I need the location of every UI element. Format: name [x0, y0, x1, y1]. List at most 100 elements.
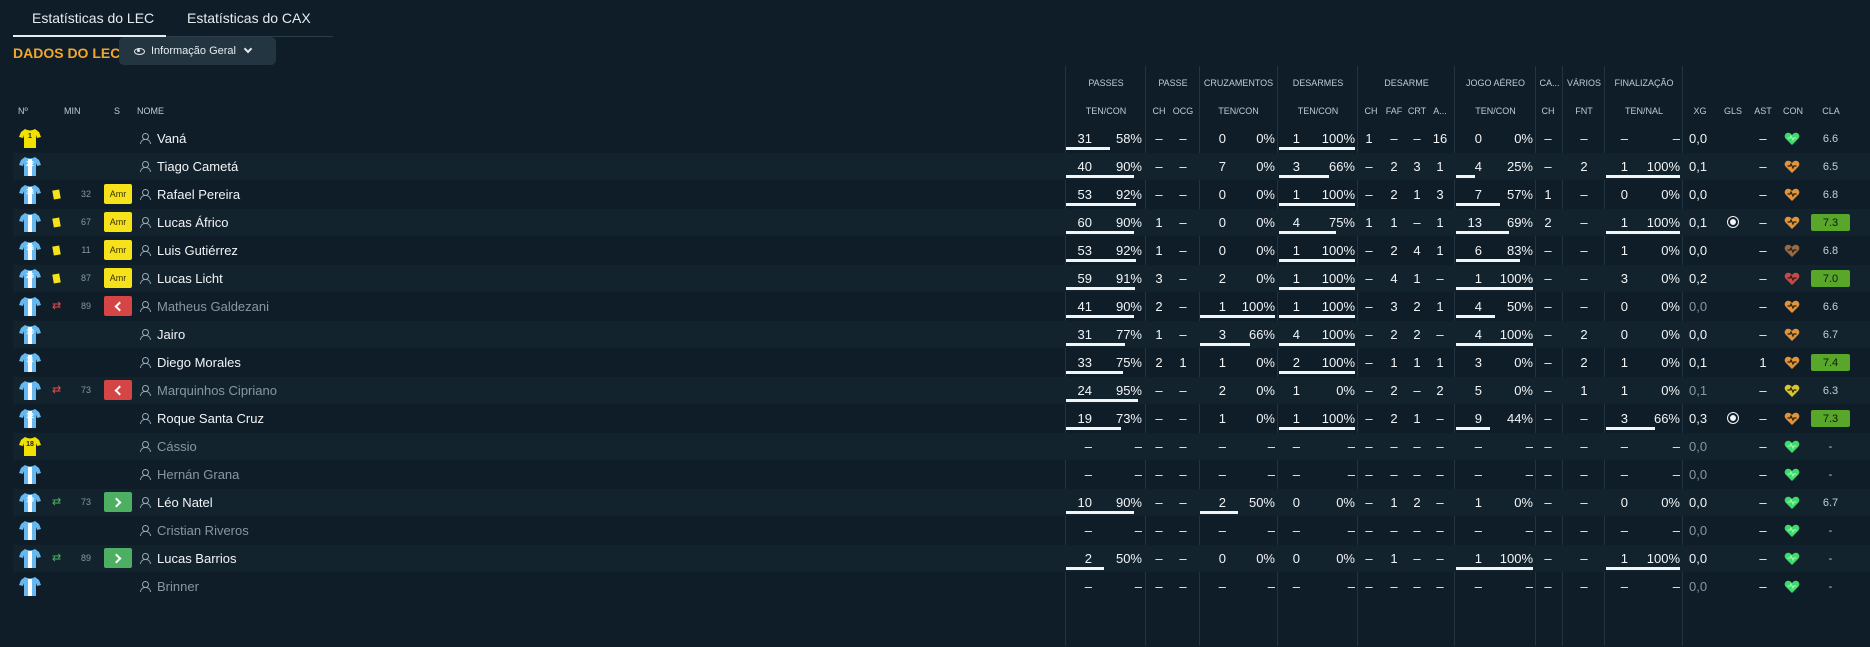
column-header-des-a[interactable]: A... — [1430, 106, 1450, 116]
player-name-link[interactable]: Léo Natel — [157, 495, 213, 510]
stat-percent: 0% — [1514, 383, 1533, 398]
table-row[interactable]: 18 Cássio – – – – – – – – – – – – – – – – – –0,0– - — [0, 433, 1870, 460]
column-header-gls[interactable]: GLS — [1722, 106, 1744, 116]
table-row[interactable]: 7 ⇄ 89 Matheus Galdezani 41 90% 2–1 100% 1 100% –3… — [0, 293, 1870, 320]
column-header-cla[interactable]: CLA — [1816, 106, 1846, 116]
view-dropdown[interactable]: Informação Geral — [119, 37, 276, 65]
column-header-passe-ch[interactable]: CH — [1150, 106, 1168, 116]
column-header-con[interactable]: CON — [1781, 106, 1805, 116]
stat-percent: 90% — [1115, 299, 1142, 314]
stat-value: 2 — [1436, 383, 1444, 398]
column-header-name[interactable]: NOME — [137, 106, 164, 116]
stat-value: – — [1365, 579, 1373, 594]
table-row[interactable]: 19 ⇄ 73 Léo Natel 10 90% – –2 50% 0 0% –1 2–1 0% – –0 0%… — [0, 489, 1870, 516]
stat-progress-bar — [1279, 175, 1329, 178]
player-name-link[interactable]: Roque Santa Cruz — [157, 411, 264, 426]
table-row[interactable]: 4 67 Amr Lucas Áfrico 60 90% 1–0 0% 4 75% 1 1–1 13 69… — [0, 209, 1870, 236]
stat-attempts: 1 — [1218, 411, 1226, 426]
player-name-link[interactable]: Tiago Cametá — [157, 159, 238, 174]
column-header-ca-ch[interactable]: CH — [1538, 106, 1558, 116]
stat-value: – — [1179, 439, 1187, 454]
tab-cax-stats[interactable]: Estatísticas do CAX — [187, 10, 311, 26]
column-header-xg[interactable]: XG — [1690, 106, 1710, 116]
stat-percent: – — [1672, 467, 1680, 482]
table-row[interactable]: 2 Hernán Grana – – – – – – – – – – – – – – – – – –0,0– - — [0, 461, 1870, 488]
stat-progress-bar — [1456, 287, 1533, 290]
player-name-link[interactable]: Hernán Grana — [157, 467, 239, 482]
rating-badge: 6.7 — [1822, 496, 1839, 509]
table-row[interactable]: 10 Jairo 31 77% 1–3 66% 4 100% –2 2–4 100% –2 0 0% 0,0… — [0, 321, 1870, 348]
morale-heart-icon — [1784, 244, 1800, 258]
player-name-link[interactable]: Lucas Licht — [157, 271, 223, 286]
stat-value: – — [1365, 327, 1373, 342]
stat-value: – — [1413, 467, 1421, 482]
stat-percent: 100% — [1321, 243, 1355, 258]
player-name-link[interactable]: Jairo — [157, 327, 185, 342]
column-header-des-crt[interactable]: CRT — [1406, 106, 1428, 116]
stat-percent: 0% — [1256, 551, 1275, 566]
tab-lec-stats[interactable]: Estatísticas do LEC — [32, 10, 154, 26]
stat-attempts: – — [1218, 523, 1226, 538]
column-header-s[interactable]: S — [114, 106, 120, 116]
table-row[interactable]: 1 Vaná 31 58% – –0 0% 1 100% 1– –16 0 0% – – – –0,0–6.6 — [0, 125, 1870, 152]
stat-value: 1 — [1580, 383, 1588, 398]
stat-percent: 100% — [1499, 271, 1533, 286]
rating-badge: 7.0 — [1811, 270, 1850, 287]
stat-percent: – — [1347, 439, 1355, 454]
match-stats-screen: Estatísticas do LEC Estatísticas do CAX … — [0, 0, 1870, 647]
stat-value: – — [1759, 439, 1767, 454]
player-name-link[interactable]: Luis Gutiérrez — [157, 243, 238, 258]
table-row[interactable]: 5 Brinner – – – – – – – – – – – – – – – – – –0,0– - — [0, 573, 1870, 600]
player-name-link[interactable]: Brinner — [157, 579, 199, 594]
table-row[interactable]: 22 Tiago Cametá 40 90% – –7 0% 3 66% –2 3 1 4 25% –2 1 1… — [0, 153, 1870, 180]
stat-value: 3 — [1390, 299, 1398, 314]
stat-attempts: 2 — [1218, 271, 1226, 286]
stat-percent: 0% — [1661, 187, 1680, 202]
column-header-ast[interactable]: AST — [1752, 106, 1774, 116]
stat-attempts: 1 — [1292, 383, 1300, 398]
column-header-final[interactable]: TEN/NAL — [1606, 106, 1682, 116]
column-header-desarmes[interactable]: TEN/CON — [1279, 106, 1357, 116]
person-icon — [140, 133, 151, 144]
player-name-link[interactable]: Vaná — [157, 131, 186, 146]
table-row[interactable]: 8 ⇄ 89 Lucas Barrios 2 50% – –0 0% 0 0% –1– –1 100% – –… — [0, 545, 1870, 572]
column-header-passe-ocg[interactable]: OCG — [1172, 106, 1194, 116]
stat-progress-bar — [1066, 371, 1123, 374]
player-name-link[interactable]: Matheus Galdezani — [157, 299, 269, 314]
player-name-link[interactable]: Marquinhos Cipriano — [157, 383, 277, 398]
stat-value: 2 — [1390, 159, 1398, 174]
column-header-des-ch[interactable]: CH — [1362, 106, 1380, 116]
shirt-number: 5 — [28, 581, 32, 588]
column-header-num[interactable]: Nº — [18, 106, 28, 116]
table-row[interactable]: 33 32 Amr Rafael Pereira 53 92% – –0 0% 1 100% –2 1 3… — [0, 181, 1870, 208]
table-row[interactable]: 3 Cristian Riveros – – – – – – – – – – – – – – – – – –0,0– - — [0, 517, 1870, 544]
player-name-link[interactable]: Rafael Pereira — [157, 187, 240, 202]
table-row[interactable]: 12 Roque Santa Cruz 19 73% – –1 0% 1 100% –2 1–9 44… — [0, 405, 1870, 432]
stat-value: – — [1580, 243, 1588, 258]
xg-value: 0,0 — [1689, 551, 1708, 566]
stat-attempts: 3 — [1474, 355, 1482, 370]
stat-value: – — [1544, 467, 1552, 482]
column-header-passes[interactable]: TEN/CON — [1067, 106, 1145, 116]
column-header-des-faf[interactable]: FAF — [1384, 106, 1404, 116]
stat-value: – — [1365, 551, 1373, 566]
table-row[interactable]: 11 Diego Morales 33 75% 2 1 1 0% 2 100% –1 1 1 3 0% –2 1… — [0, 349, 1870, 376]
column-header-var-fnt[interactable]: FNT — [1564, 106, 1604, 116]
column-header-min[interactable]: MIN — [64, 106, 81, 116]
table-row[interactable]: 25 87 Amr Lucas Licht 59 91% 3–2 0% 1 100% –4 1–1 10… — [0, 265, 1870, 292]
shirt-number: 4 — [28, 217, 32, 224]
table-row[interactable]: 16 11 Amr Luis Gutiérrez 53 92% 1–0 0% 1 100% –2 4 1… — [0, 237, 1870, 264]
player-name-link[interactable]: Diego Morales — [157, 355, 241, 370]
column-header-cruz[interactable]: TEN/CON — [1200, 106, 1277, 116]
stat-percent: 0% — [1256, 159, 1275, 174]
stat-progress-bar — [1279, 203, 1355, 206]
player-name-link[interactable]: Cristian Riveros — [157, 523, 249, 538]
table-row[interactable]: 6 ⇄ 73 Marquinhos Cipriano 24 95% – –2 0% 1 0% –2–2… — [0, 377, 1870, 404]
player-name-link[interactable]: Cássio — [157, 439, 197, 454]
player-name-link[interactable]: Lucas Barrios — [157, 551, 236, 566]
stat-value: – — [1580, 131, 1588, 146]
column-header-aereo[interactable]: TEN/CON — [1456, 106, 1535, 116]
stat-percent: 0% — [1661, 355, 1680, 370]
stat-value: – — [1179, 467, 1187, 482]
player-name-link[interactable]: Lucas Áfrico — [157, 215, 229, 230]
